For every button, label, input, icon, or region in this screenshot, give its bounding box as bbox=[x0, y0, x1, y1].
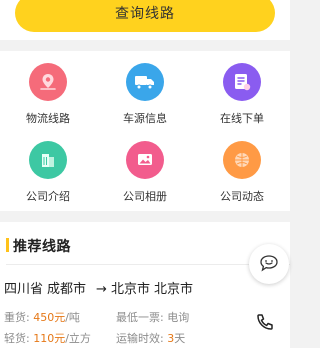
grid-item-label: 公司相册 bbox=[123, 190, 167, 203]
photo-album-icon bbox=[126, 141, 164, 179]
section-divider bbox=[6, 264, 290, 265]
min-label: 最低一票: bbox=[116, 311, 168, 324]
section-header: 推荐线路 bbox=[0, 222, 290, 265]
location-route-icon bbox=[29, 63, 67, 101]
grid-item-company-intro[interactable]: 公司介绍 bbox=[0, 129, 96, 205]
origin-city: 成都市 bbox=[47, 282, 87, 297]
chat-button[interactable] bbox=[249, 244, 289, 284]
grid-item-vehicle-info[interactable]: 车源信息 bbox=[97, 51, 193, 127]
heavy-label: 重货: bbox=[4, 311, 34, 324]
grid-item-label: 在线下单 bbox=[220, 112, 264, 125]
heavy-price: 重货: 450元/吨 bbox=[4, 309, 80, 325]
building-icon bbox=[29, 141, 67, 179]
heavy-unit: /吨 bbox=[65, 311, 80, 324]
order-form-icon bbox=[223, 63, 261, 101]
time-label: 运输时效: bbox=[116, 332, 168, 345]
grid-item-online-order[interactable]: 在线下单 bbox=[194, 51, 290, 127]
light-label: 轻货: bbox=[4, 332, 34, 345]
query-route-button[interactable]: 查询线路 bbox=[15, 0, 275, 32]
time-unit: 天 bbox=[174, 332, 186, 345]
min-value: 电询 bbox=[167, 311, 190, 324]
heavy-value: 450元 bbox=[33, 311, 66, 324]
route-line[interactable]: 四川省 成都市 → 北京市 北京市 bbox=[4, 278, 197, 297]
origin-province: 四川省 bbox=[4, 282, 44, 297]
truck-icon bbox=[126, 63, 164, 101]
chat-bubble-icon bbox=[260, 255, 278, 272]
light-value: 110元 bbox=[33, 332, 66, 345]
grid-item-label: 车源信息 bbox=[123, 112, 167, 125]
grid-item-company-album[interactable]: 公司相册 bbox=[97, 129, 193, 205]
route-arrow: → bbox=[96, 282, 107, 297]
transit-time: 运输时效: 3天 bbox=[116, 330, 185, 346]
grid-item-company-news[interactable]: 公司动态 bbox=[194, 129, 290, 205]
grid-item-label: 物流线路 bbox=[26, 112, 70, 125]
grid-item-label: 公司动态 bbox=[220, 190, 264, 203]
destination-city: 北京市 bbox=[153, 282, 193, 297]
min-price: 最低一票: 电询 bbox=[116, 309, 189, 325]
grid-item-label: 公司介绍 bbox=[26, 190, 70, 203]
recommended-routes-section: 推荐线路 四川省 成都市 → 北京市 北京市 重货: 450元/吨 最低一票: 电询 轻… bbox=[0, 222, 290, 348]
light-price: 轻货: 110元/立方 bbox=[4, 330, 91, 346]
section-accent-bar bbox=[6, 238, 9, 252]
top-area: 查询线路 bbox=[0, 0, 290, 40]
feature-grid: 物流线路 车源信息 在线下单 公司介绍 公司相册 公司动态 bbox=[0, 51, 290, 211]
destination-province: 北京市 bbox=[110, 282, 150, 297]
globe-icon bbox=[223, 141, 261, 179]
section-title: 推荐线路 bbox=[13, 239, 71, 255]
phone-icon[interactable] bbox=[255, 312, 275, 332]
grid-item-logistics-route[interactable]: 物流线路 bbox=[0, 51, 96, 127]
light-unit: /立方 bbox=[65, 332, 91, 345]
